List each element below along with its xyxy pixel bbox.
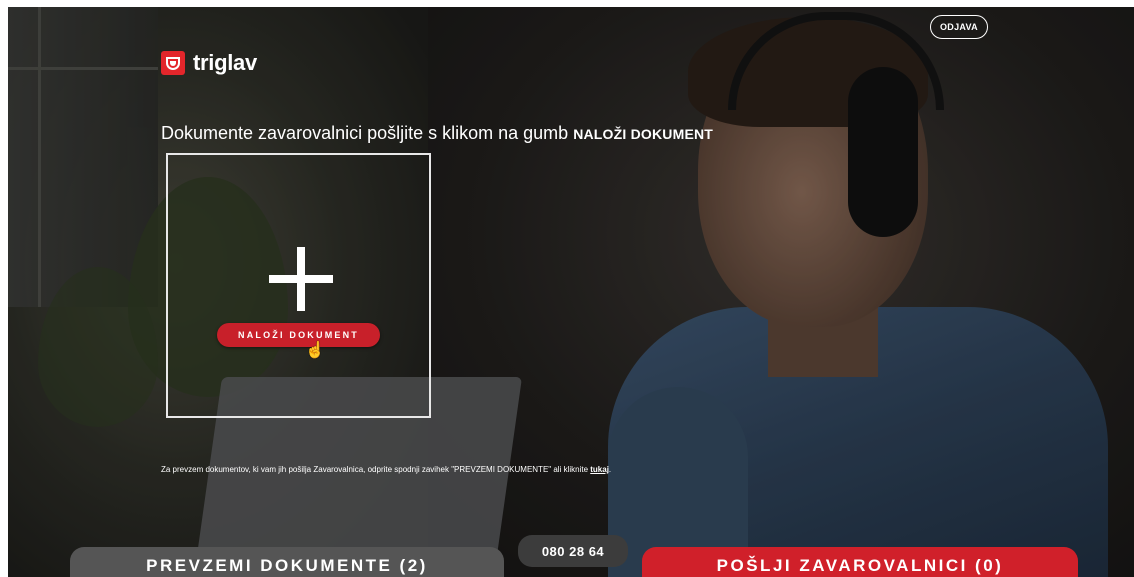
instruction-text: Dokumente zavarovalnici pošljite s kliko… [161, 123, 574, 143]
logout-button[interactable]: ODJAVA [930, 15, 988, 39]
tab-send-to-insurer[interactable]: POŠLJI ZAVAROVALNICI (0) [642, 547, 1078, 577]
page-instruction: Dokumente zavarovalnici pošljite s kliko… [161, 123, 713, 144]
phone-number-badge[interactable]: 080 28 64 [518, 535, 628, 567]
triglav-logo-icon [161, 51, 185, 75]
plus-icon[interactable] [269, 247, 333, 311]
tab-download-documents[interactable]: PREVZEMI DOKUMENTE (2) [70, 547, 504, 577]
upload-dropzone[interactable]: NALOŽI DOKUMENT [166, 153, 431, 418]
app-frame: triglav ODJAVA Dokumente zavarovalnici p… [8, 7, 1134, 577]
download-link[interactable]: tukaj [590, 465, 609, 474]
download-note: Za prevzem dokumentov, ki vam jih pošilj… [161, 465, 611, 474]
upload-document-button[interactable]: NALOŽI DOKUMENT [217, 323, 380, 347]
brand-logo[interactable]: triglav [161, 50, 257, 76]
brand-name: triglav [193, 50, 257, 75]
instruction-button-ref: NALOŽI DOKUMENT [573, 126, 714, 142]
download-note-text: Za prevzem dokumentov, ki vam jih pošilj… [161, 465, 591, 474]
hand-cursor-icon: ☝ [305, 342, 325, 359]
download-note-suffix: . [608, 465, 612, 474]
